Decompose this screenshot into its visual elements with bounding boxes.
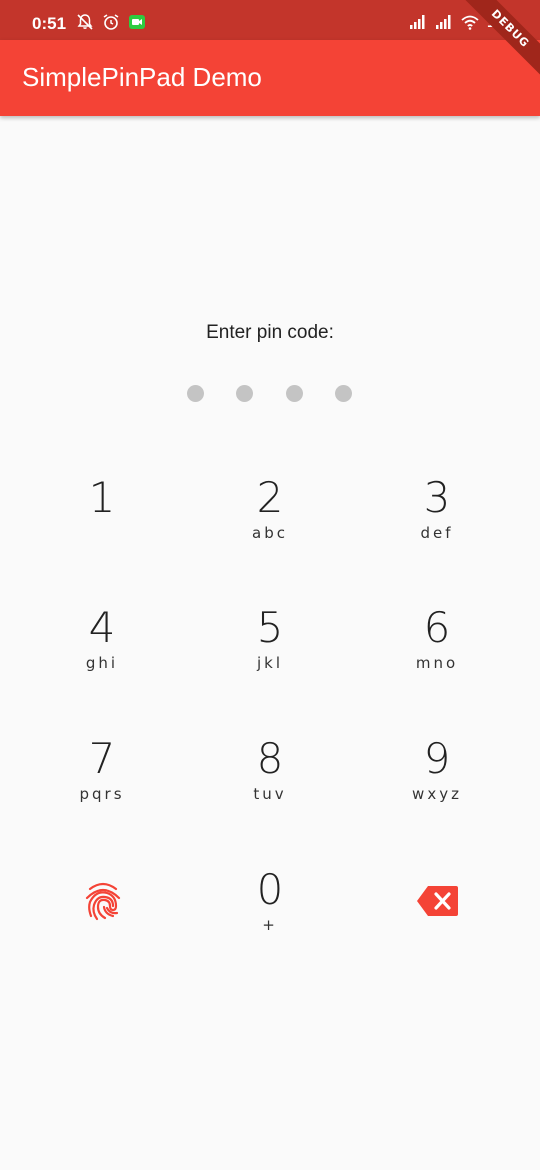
key-digit: 5 <box>256 603 284 652</box>
key-3[interactable]: 3 def <box>357 474 517 584</box>
key-8[interactable]: 8 tuv <box>190 735 350 845</box>
status-time: 0:51 <box>32 14 67 33</box>
key-digit: 8 <box>256 734 284 783</box>
key-7[interactable]: 7 pqrs <box>22 735 182 845</box>
key-9[interactable]: 9 wxyz <box>357 735 517 845</box>
key-letters: mno <box>415 654 459 672</box>
backspace-button[interactable] <box>416 885 459 917</box>
key-letters: abc <box>252 524 288 542</box>
battery-level: 100 <box>486 13 512 31</box>
pin-prompt: Enter pin code: <box>206 322 334 343</box>
key-digit: 4 <box>88 603 116 652</box>
pin-dot <box>236 385 253 402</box>
status-bar: 0:51 100 <box>0 0 540 40</box>
key-digit: 2 <box>256 473 284 522</box>
app-title: SimplePinPad Demo <box>22 62 262 92</box>
key-1[interactable]: 1 <box>22 474 182 584</box>
app-bar: SimplePinPad Demo <box>0 40 540 116</box>
key-letters: wxyz <box>412 785 462 803</box>
muted-bell-icon <box>77 14 93 30</box>
key-6[interactable]: 6 mno <box>357 604 517 714</box>
key-letters: pqrs <box>79 785 125 803</box>
key-4[interactable]: 4 ghi <box>22 604 182 714</box>
key-digit: 3 <box>423 473 451 522</box>
key-2[interactable]: 2 abc <box>190 474 350 584</box>
signal-icon <box>409 15 425 29</box>
key-letters: + <box>262 916 278 934</box>
key-0[interactable]: 0 + <box>190 866 350 976</box>
pin-dot <box>187 385 204 402</box>
wifi-icon <box>461 15 479 30</box>
fingerprint-icon <box>85 882 121 921</box>
key-5[interactable]: 5 jkl <box>190 604 350 714</box>
fingerprint-button[interactable] <box>83 880 123 922</box>
signal-icon <box>435 15 451 29</box>
key-digit: 7 <box>88 734 116 783</box>
key-digit: 6 <box>423 603 451 652</box>
key-digit: 0 <box>256 865 284 914</box>
pin-dot <box>286 385 303 402</box>
alarm-icon <box>103 14 119 30</box>
key-letters: jkl <box>256 654 284 672</box>
key-digit: 1 <box>88 473 116 522</box>
backspace-icon <box>417 886 458 916</box>
key-letters: def <box>420 524 454 542</box>
key-letters: tuv <box>253 785 287 803</box>
key-letters: ghi <box>85 654 119 672</box>
key-digit: 9 <box>423 734 451 783</box>
pin-indicator <box>0 385 540 403</box>
pin-dot <box>335 385 352 402</box>
video-call-icon <box>129 15 145 29</box>
